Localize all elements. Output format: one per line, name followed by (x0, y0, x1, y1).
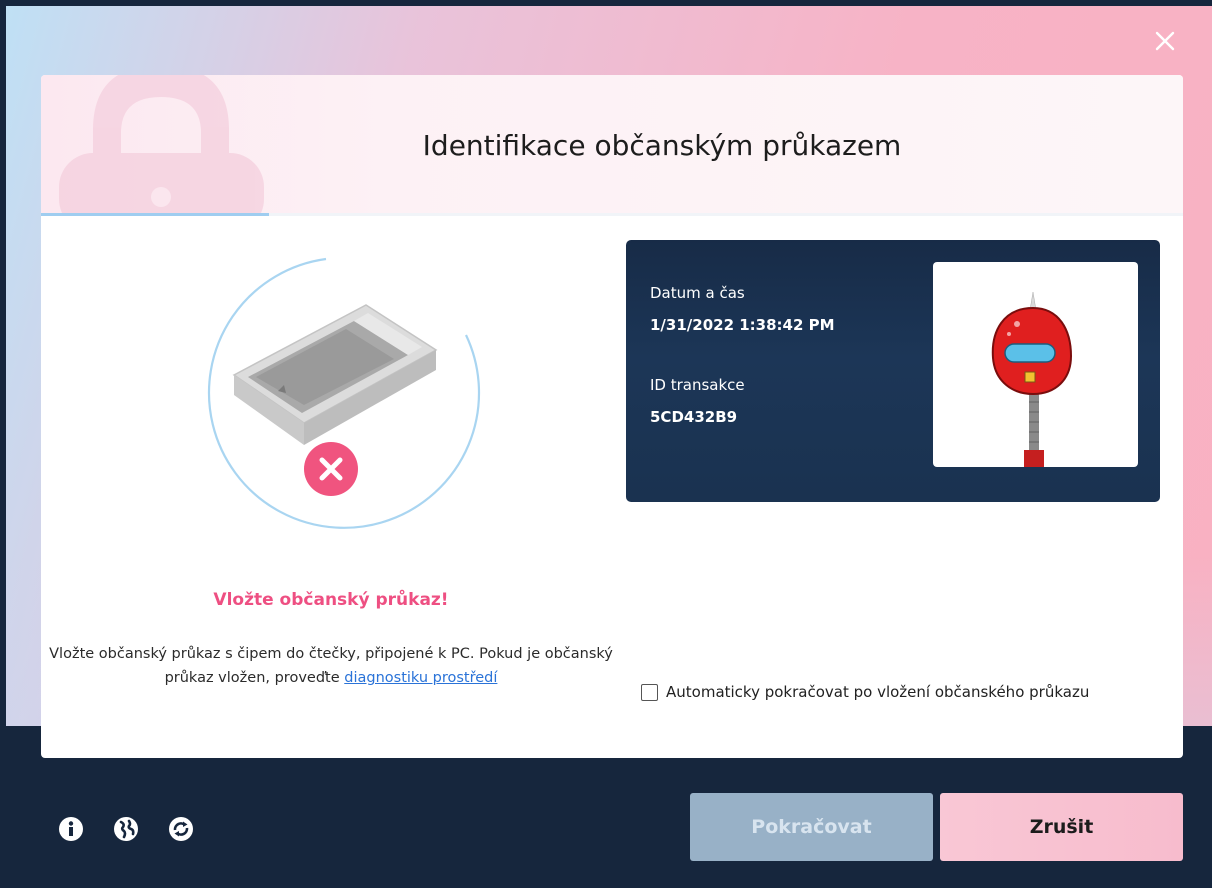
datetime-label: Datum a čas (650, 284, 745, 302)
transaction-id-value: 5CD432B9 (650, 408, 738, 426)
error-x-icon (304, 442, 358, 496)
diagnostics-link[interactable]: diagnostiku prostředí (344, 670, 497, 686)
avatar (933, 262, 1138, 467)
transaction-info-panel: Datum a čas 1/31/2022 1:38:42 PM ID tran… (626, 240, 1160, 502)
progress-fill (41, 213, 270, 216)
continue-button[interactable]: Pokračovat (690, 793, 933, 861)
close-button[interactable] (1148, 24, 1182, 58)
datetime-value: 1/31/2022 1:38:42 PM (650, 316, 835, 334)
page-title: Identifikace občanským průkazem (422, 129, 902, 162)
globe-icon[interactable] (113, 816, 139, 842)
auto-continue-label: Automaticky pokračovat po vložení občans… (666, 683, 1090, 701)
instructions-text: Vložte občanský průkaz s čipem do čtečky… (41, 642, 621, 690)
sync-icon[interactable] (168, 816, 194, 842)
info-icon[interactable] (58, 816, 84, 842)
dialog-card: Identifikace občanským průkazem Vložte o… (41, 75, 1183, 758)
cancel-button[interactable]: Zrušit (940, 793, 1183, 861)
status-title: Vložte občanský průkaz! (213, 590, 449, 610)
instructions-body: Vložte občanský průkaz s čipem do čtečky… (49, 646, 613, 686)
dialog-header: Identifikace občanským průkazem (41, 75, 1183, 213)
robot-avatar-image (991, 291, 1073, 467)
checkbox-box[interactable] (641, 683, 658, 701)
auto-continue-checkbox[interactable]: Automaticky pokračovat po vložení občans… (641, 683, 1089, 701)
progress-bar (41, 213, 1183, 216)
transaction-id-label: ID transakce (650, 376, 745, 394)
close-icon (1155, 31, 1175, 51)
